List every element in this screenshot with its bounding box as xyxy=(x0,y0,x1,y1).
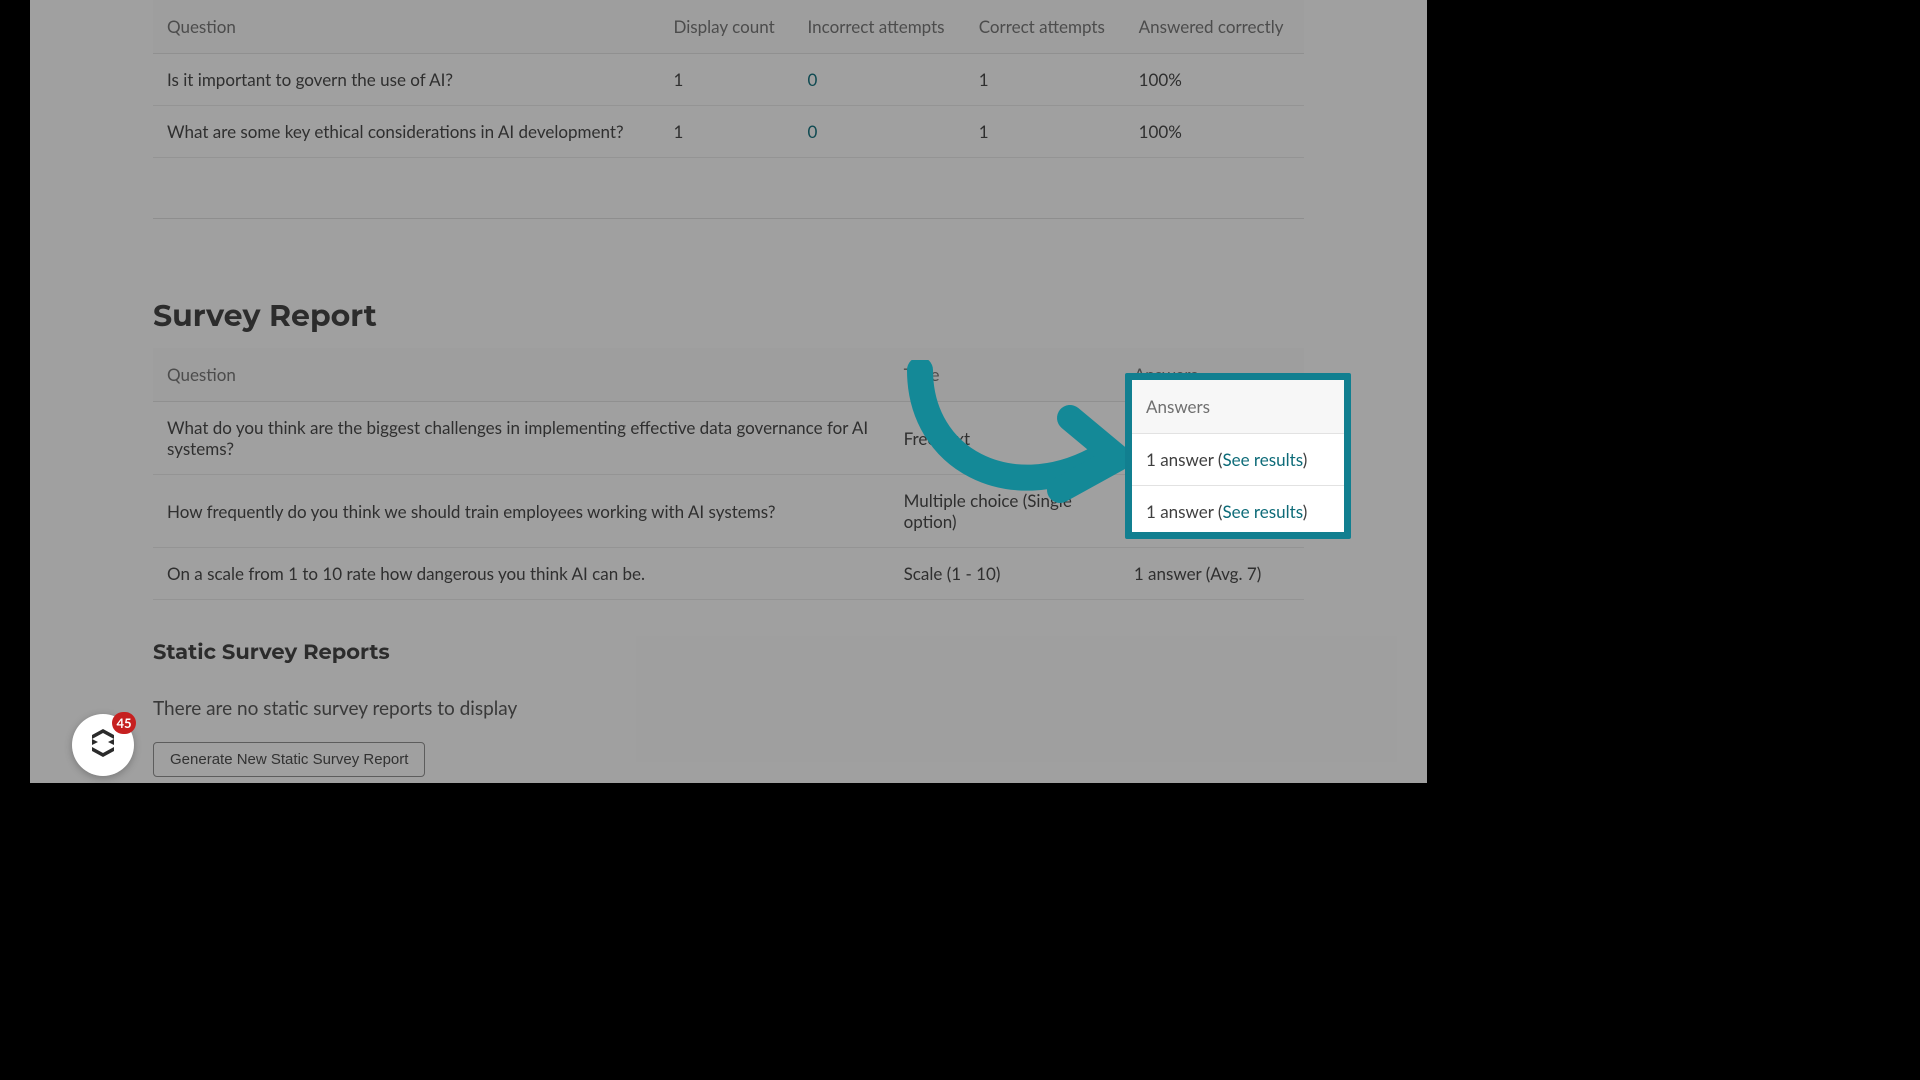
static-reports-empty: There are no static survey reports to di… xyxy=(153,697,1304,720)
questions-table: Question Display count Incorrect attempt… xyxy=(153,0,1304,158)
cell-question: How frequently do you think we should tr… xyxy=(153,475,890,548)
notification-badge: 45 xyxy=(112,712,136,734)
static-reports-title: Static Survey Reports xyxy=(153,640,1304,665)
header-answered-correctly: Answered correctly xyxy=(1125,0,1304,54)
answers-prefix: 1 answer ( xyxy=(1134,490,1210,511)
cell-answers: 1 answer (See results) xyxy=(1120,475,1304,548)
cell-answers: 1 answer (Avg. 7) xyxy=(1120,548,1304,600)
answers-suffix: ) xyxy=(1183,511,1188,532)
generate-static-report-button[interactable]: Generate New Static Survey Report xyxy=(153,742,425,777)
section-divider xyxy=(153,218,1304,219)
cell-answers: 1 answer (See results) xyxy=(1120,402,1304,475)
cell-type: Free text xyxy=(890,402,1120,475)
header-answers: Answers xyxy=(1120,348,1304,402)
cell-question: What do you think are the biggest challe… xyxy=(153,402,890,475)
answers-suffix: ) xyxy=(1183,438,1188,459)
help-widget-icon xyxy=(86,726,120,764)
cell-incorrect[interactable]: 0 xyxy=(794,54,965,106)
cell-question: Is it important to govern the use of AI? xyxy=(153,54,659,106)
header-question: Question xyxy=(153,348,890,402)
cell-question: On a scale from 1 to 10 rate how dangero… xyxy=(153,548,890,600)
table-row: Is it important to govern the use of AI?… xyxy=(153,54,1304,106)
cell-answered: 100% xyxy=(1125,54,1304,106)
table-row: On a scale from 1 to 10 rate how dangero… xyxy=(153,548,1304,600)
cell-display: 1 xyxy=(659,106,793,158)
help-widget[interactable]: 45 xyxy=(72,714,134,776)
header-correct-attempts: Correct attempts xyxy=(965,0,1125,54)
cell-type: Scale (1 - 10) xyxy=(890,548,1120,600)
table-row: What do you think are the biggest challe… xyxy=(153,402,1304,475)
header-incorrect-attempts: Incorrect attempts xyxy=(794,0,965,54)
header-question: Question xyxy=(153,0,659,54)
cell-correct: 1 xyxy=(965,106,1125,158)
cell-display: 1 xyxy=(659,54,793,106)
survey-report-title: Survey Report xyxy=(153,297,1304,334)
cell-question: What are some key ethical considerations… xyxy=(153,106,659,158)
cell-correct: 1 xyxy=(965,54,1125,106)
cell-incorrect[interactable]: 0 xyxy=(794,106,965,158)
header-type: Type xyxy=(890,348,1120,402)
cell-type: Multiple choice (Single option) xyxy=(890,475,1120,548)
cell-answered: 100% xyxy=(1125,106,1304,158)
table-row: How frequently do you think we should tr… xyxy=(153,475,1304,548)
header-display-count: Display count xyxy=(659,0,793,54)
table-row: What are some key ethical considerations… xyxy=(153,106,1304,158)
answers-prefix: 1 answer ( xyxy=(1134,417,1210,438)
survey-table: Question Type Answers What do you think … xyxy=(153,348,1304,600)
